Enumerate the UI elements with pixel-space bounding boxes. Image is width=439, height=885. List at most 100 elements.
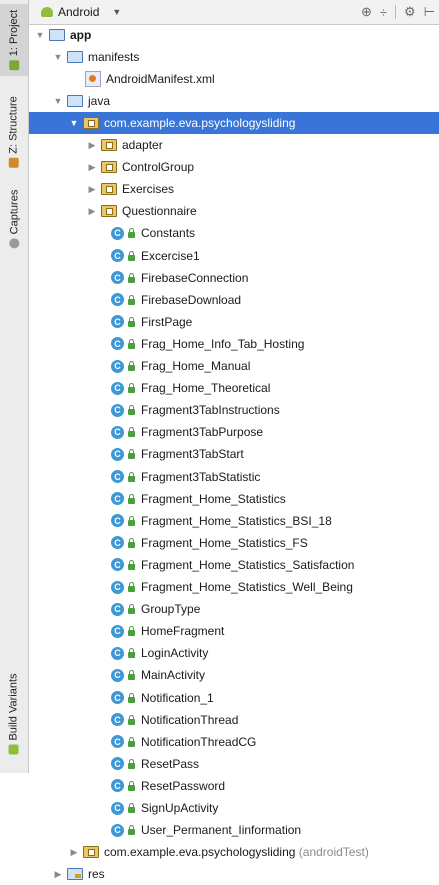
- tree-item-label: java: [88, 94, 111, 108]
- class-icon: C: [111, 514, 124, 528]
- tree-item-label: res: [88, 867, 105, 882]
- expand-arrow-icon[interactable]: ▶: [53, 869, 63, 880]
- tab-structure-label: Z: Structure: [8, 96, 20, 154]
- tree-item-class[interactable]: C NotificationThread: [29, 709, 439, 731]
- tree-item-subpackage[interactable]: ▶ ControlGroup: [29, 156, 439, 178]
- tree-item-java[interactable]: ▼ java: [29, 90, 439, 112]
- class-icon: C: [111, 558, 124, 572]
- collapse-icon[interactable]: ÷: [380, 5, 387, 20]
- captures-icon: [9, 238, 20, 249]
- class-icon: C: [111, 492, 124, 506]
- class-icon: C: [111, 337, 124, 351]
- tree-item-test-package[interactable]: ▶ com.example.eva.psychologysliding (andr…: [29, 841, 439, 863]
- gear-icon[interactable]: ⚙: [404, 4, 416, 20]
- tree-item-main-package[interactable]: ▼ com.example.eva.psychologysliding: [29, 112, 439, 134]
- tree-item-subpackage[interactable]: ▶ Exercises: [29, 178, 439, 200]
- class-icon: C: [111, 403, 124, 417]
- tree-item-class[interactable]: C Fragment_Home_Statistics: [29, 488, 439, 510]
- tree-item-app[interactable]: ▼ app: [29, 24, 439, 46]
- lock-icon: [128, 316, 135, 327]
- lock-icon: [128, 272, 135, 283]
- tree-item-label: NotificationThreadCG: [141, 734, 257, 749]
- class-icon: C: [111, 425, 124, 439]
- expand-arrow-icon[interactable]: ▼: [35, 30, 45, 40]
- tab-project[interactable]: 1: Project: [0, 4, 28, 76]
- tree-item-label: com.example.eva.psychologysliding: [104, 845, 296, 860]
- lock-icon: [128, 493, 135, 504]
- tree-item-manifests[interactable]: ▼ manifests: [29, 46, 439, 68]
- tree-item-class[interactable]: C GroupType: [29, 598, 439, 620]
- tree-item-class[interactable]: C Fragment_Home_Statistics_Satisfaction: [29, 554, 439, 576]
- tree-item-class[interactable]: C Fragment3TabStart: [29, 443, 439, 465]
- toolbar-divider: [395, 5, 397, 19]
- expand-arrow-icon[interactable]: ▼: [53, 52, 63, 62]
- expand-arrow-icon[interactable]: ▶: [69, 847, 79, 858]
- tree-item-class[interactable]: C Fragment_Home_Statistics_BSI_18: [29, 510, 439, 532]
- expand-arrow-icon[interactable]: ▶: [87, 184, 97, 195]
- tree-item-class[interactable]: C Frag_Home_Manual: [29, 355, 439, 377]
- tree-item-class[interactable]: C ResetPass: [29, 753, 439, 775]
- tree-item-class[interactable]: C Frag_Home_Theoretical: [29, 377, 439, 399]
- lock-icon: [128, 714, 135, 725]
- class-icon: C: [111, 447, 124, 461]
- class-icon: C: [111, 470, 124, 483]
- lock-icon: [128, 692, 135, 703]
- tree-item-class[interactable]: C Fragment_Home_Statistics_FS: [29, 532, 439, 554]
- tree-item-class[interactable]: C FirebaseDownload: [29, 289, 439, 311]
- tree-item-subpackage[interactable]: ▶ adapter: [29, 134, 439, 156]
- tree-item-class[interactable]: C Fragment3TabInstructions: [29, 399, 439, 421]
- lock-icon: [128, 515, 135, 526]
- tree-item-class[interactable]: C FirstPage: [29, 311, 439, 333]
- tree-item-label: ControlGroup: [122, 160, 195, 175]
- sync-icon[interactable]: ⊕: [361, 4, 372, 20]
- class-icon: C: [111, 801, 124, 815]
- package-icon: [101, 139, 117, 151]
- class-icon: C: [111, 293, 124, 307]
- folder-icon: [67, 95, 83, 107]
- tree-item-label: Fragment3TabStatistic: [141, 469, 261, 484]
- lock-icon: [128, 250, 135, 261]
- lock-icon: [128, 648, 135, 659]
- tree-item-label: GroupType: [141, 602, 201, 617]
- tree-item-manifest-file[interactable]: AndroidManifest.xml: [29, 68, 439, 90]
- tree-item-res[interactable]: ▶ res: [29, 863, 439, 885]
- tree-item-class[interactable]: C HomeFragment: [29, 620, 439, 642]
- module-folder-icon: [49, 29, 65, 41]
- tree-item-class[interactable]: C MainActivity: [29, 664, 439, 686]
- tree-item-class[interactable]: C Excercise1: [29, 245, 439, 267]
- class-icon: C: [111, 646, 124, 660]
- lock-icon: [128, 228, 135, 239]
- tree-item-class[interactable]: C ResetPassword: [29, 775, 439, 797]
- tab-captures[interactable]: Captures: [0, 184, 28, 254]
- tree-item-class[interactable]: C Notification_1: [29, 687, 439, 709]
- tab-build-variants[interactable]: Build Variants: [0, 664, 28, 764]
- expand-arrow-icon[interactable]: ▶: [87, 162, 97, 173]
- tree-item-class[interactable]: C Fragment_Home_Statistics_Well_Being: [29, 576, 439, 598]
- tree-item-class[interactable]: C LoginActivity: [29, 642, 439, 664]
- lock-icon: [128, 604, 135, 615]
- chevron-down-icon: ▼: [112, 7, 122, 17]
- tree-item-subpackage[interactable]: ▶ Questionnaire: [29, 200, 439, 222]
- expand-arrow-icon[interactable]: ▶: [87, 206, 97, 217]
- expand-arrow-icon[interactable]: ▶: [87, 140, 97, 151]
- expand-arrow-icon[interactable]: ▼: [69, 118, 79, 128]
- lock-icon: [128, 537, 135, 548]
- tree-item-label: Notification_1: [141, 690, 214, 705]
- tree-item-class[interactable]: C Fragment3TabPurpose: [29, 421, 439, 443]
- pin-icon[interactable]: ⊢: [424, 4, 435, 20]
- tree-item-label: FirebaseConnection: [141, 270, 249, 285]
- tree-item-class[interactable]: C Fragment3TabStatistic: [29, 466, 439, 488]
- class-icon: C: [111, 757, 124, 771]
- tree-item-class[interactable]: C User_Permanent_Iinformation: [29, 819, 439, 841]
- tree-item-class[interactable]: C Frag_Home_Info_Tab_Hosting: [29, 333, 439, 355]
- lock-icon: [128, 294, 135, 305]
- tree-item-class[interactable]: C Constants: [29, 222, 439, 244]
- expand-arrow-icon[interactable]: ▼: [53, 96, 63, 106]
- tree-item-class[interactable]: C FirebaseConnection: [29, 267, 439, 289]
- package-icon: [101, 205, 117, 218]
- tree-item-class[interactable]: C SignUpActivity: [29, 797, 439, 819]
- project-icon: [9, 60, 19, 71]
- tab-structure[interactable]: Z: Structure: [0, 90, 28, 174]
- tree-item-class[interactable]: C NotificationThreadCG: [29, 731, 439, 753]
- view-selector-dropdown[interactable]: Android ▼: [29, 5, 121, 19]
